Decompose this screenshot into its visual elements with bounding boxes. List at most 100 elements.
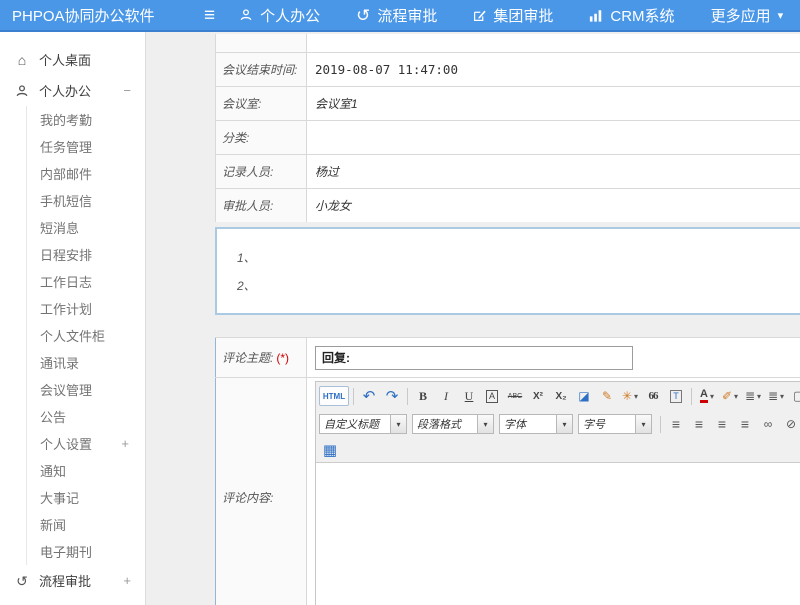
- align-right-icon-glyph: ≡: [718, 416, 726, 432]
- eraser-icon[interactable]: ◪: [573, 386, 595, 406]
- row-value: 会议室1: [307, 87, 800, 121]
- history-icon: ↺: [14, 574, 30, 588]
- align-center-icon[interactable]: ≡: [688, 414, 710, 434]
- align-right-icon[interactable]: ≡: [711, 414, 733, 434]
- font-border-icon-glyph: A: [486, 390, 498, 403]
- italic-icon[interactable]: I: [435, 386, 457, 406]
- expand-icon[interactable]: +: [123, 573, 135, 588]
- nav-more-apps[interactable]: 更多应用▾: [711, 5, 784, 26]
- align-left-icon[interactable]: ≡: [665, 414, 687, 434]
- paragraph-format-select[interactable]: 段落格式▾: [412, 414, 494, 434]
- nav-crm-system[interactable]: CRM系统: [589, 5, 674, 26]
- font-family-select[interactable]: 字体▾: [499, 414, 573, 434]
- remove-link-icon[interactable]: ⊘: [780, 414, 800, 434]
- sidebar-item-meeting-management[interactable]: 会议管理: [27, 376, 145, 403]
- paste-text-icon[interactable]: T: [665, 386, 687, 406]
- nav-process-approval[interactable]: ↺ 流程审批: [356, 5, 437, 26]
- sidebar-item-personal-file-cabinet[interactable]: 个人文件柜: [27, 322, 145, 349]
- comment-subject-input[interactable]: [315, 346, 633, 370]
- sidebar-item-schedule[interactable]: 日程安排: [27, 241, 145, 268]
- insert-table-icon[interactable]: ▦: [319, 440, 341, 460]
- custom-title-select-label: 自定义标题: [319, 414, 391, 434]
- editor-toolbar-row-1: HTML↶↷BIUAABCX²X₂◪✎✳▾66TA▾✐▾≣▾≣▾▢▣: [316, 382, 800, 410]
- sidebar-item-work-log[interactable]: 工作日志: [27, 268, 145, 295]
- nav-personal-office[interactable]: 个人办公: [239, 5, 320, 26]
- sidebar-item-process-approval-label: 流程审批: [39, 571, 91, 590]
- sidebar-item-internal-mail-label: 内部邮件: [40, 164, 92, 183]
- custom-title-select[interactable]: 自定义标题▾: [319, 414, 407, 434]
- sidebar-item-personal-desktop[interactable]: ⌂个人桌面: [0, 44, 145, 75]
- nav-group-approval[interactable]: 集团审批: [473, 5, 553, 26]
- editor-content-area[interactable]: [316, 462, 800, 605]
- comment-content-row: 评论内容: HTML↶↷BIUAABCX²X₂◪✎✳▾66TA▾✐▾≣▾≣▾▢▣…: [216, 378, 800, 605]
- row-value: [307, 121, 800, 155]
- font-color-icon[interactable]: A▾: [696, 386, 718, 406]
- superscript-icon[interactable]: X²: [527, 386, 549, 406]
- toolbar-separator: [660, 416, 661, 433]
- sidebar-item-e-journal[interactable]: 电子期刊: [27, 538, 145, 565]
- ordered-list-icon[interactable]: ≣▾: [742, 386, 764, 406]
- sidebar-item-task-management-label: 任务管理: [40, 137, 92, 156]
- edit-icon: [473, 9, 486, 22]
- history-icon: ↺: [356, 7, 370, 24]
- sidebar-item-work-log-label: 工作日志: [40, 272, 92, 291]
- align-justify-icon[interactable]: ≡: [734, 414, 756, 434]
- sidebar-item-personal-settings-label: 个人设置: [40, 434, 92, 453]
- insert-link-icon[interactable]: ∞: [757, 414, 779, 434]
- sidebar-item-memorabilia[interactable]: 大事记: [27, 484, 145, 511]
- sidebar-item-personal-settings[interactable]: 个人设置 +: [27, 430, 145, 457]
- html-source-button[interactable]: HTML: [319, 386, 349, 406]
- undo-icon-glyph: ↶: [363, 387, 376, 405]
- sidebar-item-notification[interactable]: 通知: [27, 457, 145, 484]
- new-page-icon[interactable]: ▢: [788, 386, 800, 406]
- table-row: 会议室:会议室1: [216, 87, 800, 121]
- underline-icon[interactable]: U: [458, 386, 480, 406]
- blockquote-icon[interactable]: 66: [642, 386, 664, 406]
- sidebar-item-personal-office[interactable]: 个人办公−: [0, 75, 145, 106]
- sidebar-item-work-plan[interactable]: 工作计划: [27, 295, 145, 322]
- person-icon: [239, 8, 253, 22]
- sidebar-item-task-management[interactable]: 任务管理: [27, 133, 145, 160]
- format-painter-icon[interactable]: ✎: [596, 386, 618, 406]
- font-size-select[interactable]: 字号▾: [578, 414, 652, 434]
- nav-process-approval-label: 流程审批: [377, 5, 437, 26]
- underline-icon-glyph: U: [465, 389, 474, 404]
- editor-toolbar-row-3: ▦: [316, 438, 800, 462]
- redo-icon[interactable]: ↷: [381, 386, 403, 406]
- content-line: 1、: [237, 249, 800, 277]
- rich-text-editor: HTML↶↷BIUAABCX²X₂◪✎✳▾66TA▾✐▾≣▾≣▾▢▣ 自定义标题…: [315, 381, 800, 605]
- main-content: 会议结束时间:2019-08-07 11:47:00会议室:会议室1分类:记录人…: [146, 32, 800, 605]
- sidebar-item-announcement[interactable]: 公告: [27, 403, 145, 430]
- unordered-list-icon[interactable]: ≣▾: [765, 386, 787, 406]
- expand-icon[interactable]: +: [121, 436, 133, 451]
- font-border-icon[interactable]: A: [481, 386, 503, 406]
- chevron-down-icon: ▾: [634, 392, 638, 401]
- sidebar-item-mobile-sms[interactable]: 手机短信: [27, 187, 145, 214]
- comment-subject-label: 评论主题:: [222, 351, 273, 365]
- row-value: 2019-08-07 11:47:00: [307, 53, 800, 87]
- remove-link-icon-glyph: ⊘: [786, 417, 796, 431]
- sidebar-item-internal-mail[interactable]: 内部邮件: [27, 160, 145, 187]
- hamburger-menu-icon[interactable]: ≡: [204, 6, 215, 25]
- sidebar-item-process-approval[interactable]: ↺ 流程审批 +: [0, 565, 145, 596]
- chevron-down-icon: ▾: [710, 392, 714, 401]
- collapse-icon[interactable]: −: [123, 83, 135, 98]
- subscript-icon[interactable]: X₂: [550, 386, 572, 406]
- chevron-down-icon: ▾: [734, 392, 738, 401]
- align-left-icon-glyph: ≡: [672, 416, 680, 432]
- nav-crm-system-label: CRM系统: [610, 5, 674, 26]
- undo-icon[interactable]: ↶: [358, 386, 380, 406]
- highlight-color-icon[interactable]: ✐▾: [719, 386, 741, 406]
- bold-icon[interactable]: B: [412, 386, 434, 406]
- sidebar-item-news[interactable]: 新闻: [27, 511, 145, 538]
- comment-content-label: 评论内容:: [216, 378, 307, 605]
- strikethrough-icon[interactable]: ABC: [504, 386, 526, 406]
- unordered-list-icon-glyph: ≣: [768, 389, 778, 403]
- sidebar-item-address-book[interactable]: 通讯录: [27, 349, 145, 376]
- sidebar-item-short-message[interactable]: 短消息: [27, 214, 145, 241]
- format-painter-icon-glyph: ✎: [602, 389, 612, 403]
- auto-typeset-icon[interactable]: ✳▾: [619, 386, 641, 406]
- chevron-down-icon: ▾: [636, 414, 652, 434]
- table-row: 会议结束时间:2019-08-07 11:47:00: [216, 53, 800, 87]
- sidebar-item-my-attendance[interactable]: 我的考勤: [27, 106, 145, 133]
